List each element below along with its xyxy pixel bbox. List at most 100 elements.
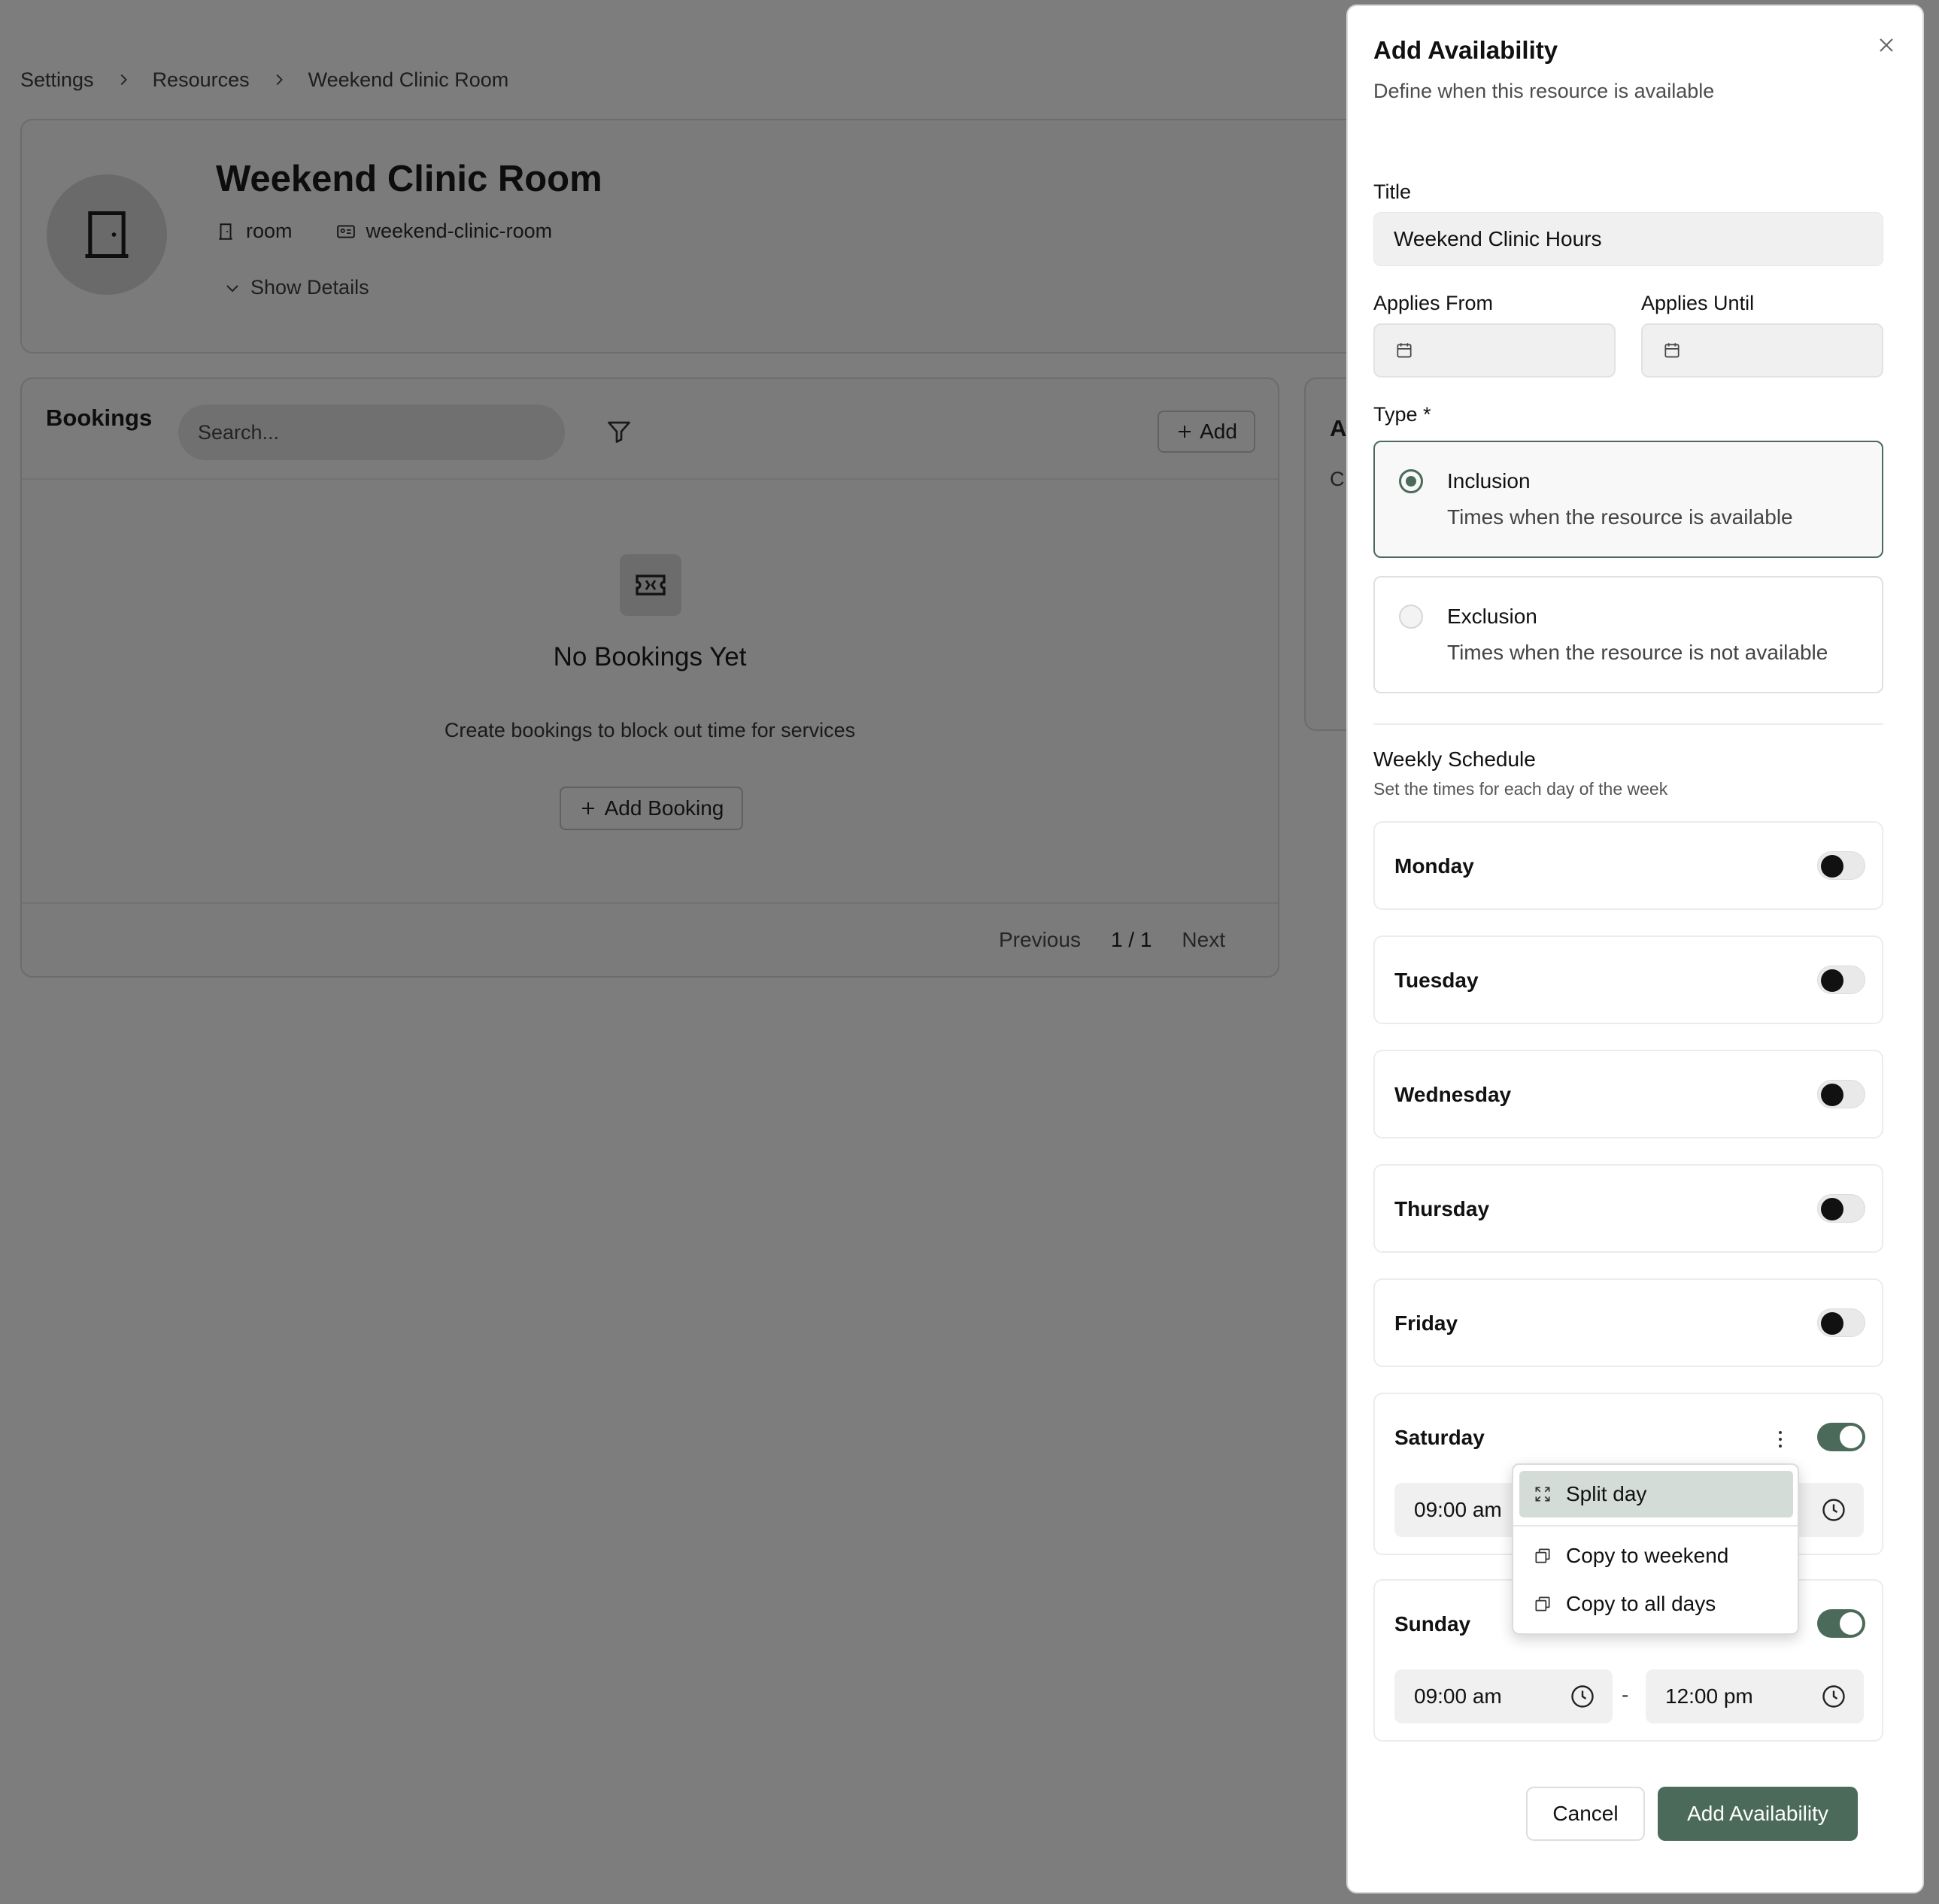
toggle-tuesday[interactable] xyxy=(1817,966,1865,994)
menu-item-split-day[interactable]: Split day xyxy=(1519,1471,1793,1517)
day-name: Wednesday xyxy=(1394,1083,1512,1106)
day-row-thursday: Thursday xyxy=(1373,1164,1883,1253)
toggle-friday[interactable] xyxy=(1817,1308,1865,1337)
sunday-end-time[interactable]: 12:00 pm xyxy=(1646,1669,1864,1724)
door-icon xyxy=(85,211,129,259)
clock-icon xyxy=(1822,1685,1845,1708)
option-title: Exclusion xyxy=(1447,605,1537,628)
resource-slug: weekend-clinic-room xyxy=(366,220,553,242)
weekly-schedule-title: Weekly Schedule xyxy=(1373,747,1536,771)
add-button[interactable]: Add xyxy=(1158,411,1255,453)
toggle-wednesday[interactable] xyxy=(1817,1080,1865,1108)
day-row-monday: Monday xyxy=(1373,821,1883,910)
chevron-down-icon xyxy=(226,284,238,292)
calendar-icon xyxy=(1397,343,1412,358)
day-options-menu: Split day Copy to weekend Copy to all da… xyxy=(1512,1463,1799,1635)
divider xyxy=(22,902,1278,904)
copy-icon xyxy=(1535,1548,1550,1563)
page-title: Weekend Clinic Room xyxy=(216,159,602,199)
breadcrumb-current: Weekend Clinic Room xyxy=(308,68,509,91)
cancel-button[interactable]: Cancel xyxy=(1526,1787,1645,1841)
empty-state-icon xyxy=(620,554,681,616)
breadcrumb-settings[interactable]: Settings xyxy=(20,68,94,92)
chevron-right-icon xyxy=(120,74,127,86)
panel-subtitle: Define when this resource is available xyxy=(1373,80,1715,102)
divider xyxy=(1513,1525,1798,1527)
calendar-icon xyxy=(1664,343,1680,358)
plus-icon xyxy=(581,802,594,814)
time-value: 09:00 am xyxy=(1414,1498,1502,1521)
search-input[interactable]: Search... xyxy=(178,405,565,460)
pagination: Previous 1 / 1 Next xyxy=(999,928,1225,952)
type-label: Type * xyxy=(1373,403,1431,426)
avatar xyxy=(47,174,167,295)
next-button[interactable]: Next xyxy=(1182,928,1225,952)
menu-item-label: Copy to weekend xyxy=(1566,1544,1729,1567)
add-booking-label: Add Booking xyxy=(604,796,724,820)
resource-type: room xyxy=(246,220,293,242)
ticket-icon xyxy=(636,575,666,596)
title-input[interactable]: Weekend Clinic Hours xyxy=(1373,212,1883,266)
add-booking-button[interactable]: Add Booking xyxy=(560,787,743,830)
title-label: Title xyxy=(1373,180,1412,203)
add-availability-button[interactable]: Add Availability xyxy=(1658,1787,1858,1841)
resource-header-card: Weekend Clinic Room room weekend-clinic-… xyxy=(20,119,1427,353)
menu-item-copy-to-all-days[interactable]: Copy to all days xyxy=(1519,1581,1793,1627)
option-title: Inclusion xyxy=(1447,469,1531,493)
toggle-thursday[interactable] xyxy=(1817,1194,1865,1223)
divider xyxy=(1373,723,1883,725)
empty-state-subtitle: Create bookings to block out time for se… xyxy=(444,719,856,741)
day-name: Thursday xyxy=(1394,1197,1490,1220)
menu-item-label: Copy to all days xyxy=(1566,1592,1716,1615)
type-option-exclusion[interactable]: Exclusion Times when the resource is not… xyxy=(1373,576,1883,693)
menu-item-copy-to-weekend[interactable]: Copy to weekend xyxy=(1519,1533,1793,1579)
toggle-sunday[interactable] xyxy=(1817,1609,1865,1638)
time-value: 12:00 pm xyxy=(1665,1684,1753,1708)
day-name: Saturday xyxy=(1394,1426,1485,1449)
applies-from-input[interactable] xyxy=(1373,323,1616,377)
applies-until-label: Applies Until xyxy=(1641,292,1755,314)
day-row-friday: Friday xyxy=(1373,1278,1883,1367)
availability-card-title: A xyxy=(1330,415,1347,441)
chevron-right-icon xyxy=(276,74,283,86)
menu-item-label: Split day xyxy=(1566,1482,1647,1505)
breadcrumb: Settings Resources Weekend Clinic Room xyxy=(20,66,508,93)
divider xyxy=(22,478,1278,480)
clock-icon xyxy=(1571,1685,1594,1708)
type-option-inclusion[interactable]: Inclusion Times when the resource is ava… xyxy=(1373,441,1883,558)
radio-exclusion[interactable] xyxy=(1399,605,1423,629)
filter-icon[interactable] xyxy=(605,418,633,445)
add-label: Add xyxy=(1200,420,1237,443)
copy-icon xyxy=(1535,1596,1550,1611)
show-details-label: Show Details xyxy=(250,276,369,299)
toggle-monday[interactable] xyxy=(1817,851,1865,880)
panel-title: Add Availability xyxy=(1373,36,1558,64)
close-icon[interactable] xyxy=(1874,33,1898,57)
clock-icon xyxy=(1822,1499,1845,1521)
day-row-wednesday: Wednesday xyxy=(1373,1050,1883,1138)
applies-until-input[interactable] xyxy=(1641,323,1883,377)
more-options-icon[interactable] xyxy=(1777,1429,1784,1450)
day-name: Sunday xyxy=(1394,1612,1471,1636)
previous-button[interactable]: Previous xyxy=(999,928,1081,952)
radio-inclusion[interactable] xyxy=(1399,469,1423,493)
time-value: 09:00 am xyxy=(1414,1684,1502,1708)
page-indicator: 1 / 1 xyxy=(1110,928,1152,951)
sunday-start-time[interactable]: 09:00 am xyxy=(1394,1669,1613,1724)
availability-card-text: C xyxy=(1330,468,1345,490)
day-name: Friday xyxy=(1394,1311,1458,1335)
breadcrumb-resources[interactable]: Resources xyxy=(153,68,250,92)
applies-from-label: Applies From xyxy=(1373,292,1494,314)
bookings-title: Bookings xyxy=(46,405,153,431)
option-description: Times when the resource is not available xyxy=(1447,641,1828,664)
day-row-tuesday: Tuesday xyxy=(1373,935,1883,1024)
time-separator: - xyxy=(1622,1683,1629,1706)
show-details-toggle[interactable]: Show Details xyxy=(223,276,369,299)
option-description: Times when the resource is available xyxy=(1447,505,1793,529)
toggle-saturday[interactable] xyxy=(1817,1423,1865,1451)
plus-icon xyxy=(1179,426,1191,438)
day-name: Monday xyxy=(1394,854,1474,878)
id-card-icon xyxy=(336,224,355,238)
empty-state-title: No Bookings Yet xyxy=(553,642,747,672)
day-name: Tuesday xyxy=(1394,969,1479,992)
